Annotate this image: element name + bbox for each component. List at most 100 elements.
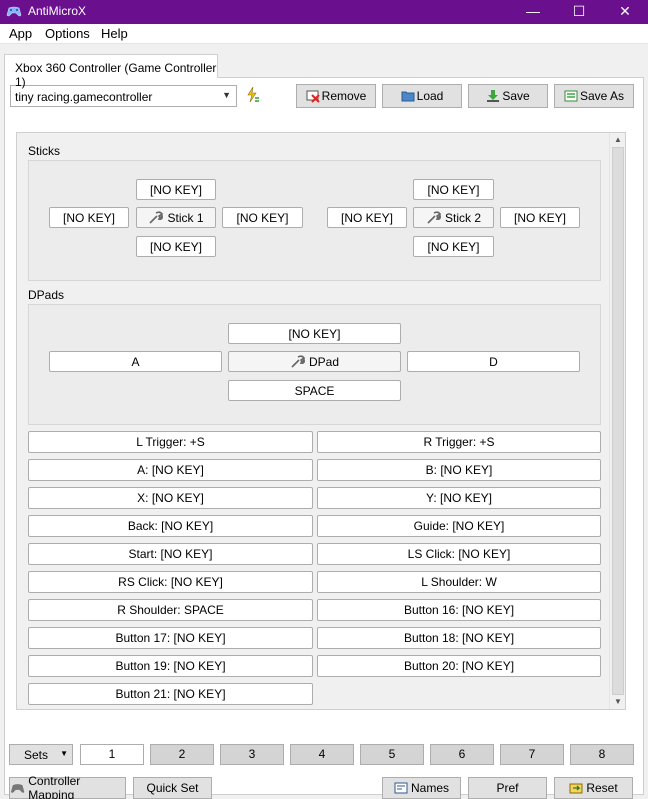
set-tab-label: 6 <box>458 747 466 761</box>
set-tab-label: 8 <box>598 747 606 761</box>
sticks-label: Sticks <box>28 144 61 158</box>
names-label: Names <box>410 781 449 795</box>
profile-select[interactable]: tiny racing.gamecontroller ▼ <box>10 85 237 107</box>
button-mapping[interactable]: B: [NO KEY] <box>317 459 601 481</box>
close-button[interactable]: ✕ <box>602 0 648 24</box>
button-mapping[interactable]: X: [NO KEY] <box>28 487 313 509</box>
stick1-up-label: [NO KEY] <box>149 182 202 197</box>
pref-button[interactable]: Pref <box>468 777 547 799</box>
stick1-button[interactable]: Stick 1 <box>136 207 216 228</box>
stick2-button[interactable]: Stick 2 <box>413 207 494 228</box>
set-tab-label: 2 <box>178 747 186 761</box>
remove-profile-icon <box>306 90 320 103</box>
button-mapping-label: L Shoulder: W <box>421 575 497 589</box>
dpad-down-label: SPACE <box>294 383 335 398</box>
sets-label: Sets <box>24 748 49 762</box>
button-mapping[interactable]: Button 21: [NO KEY] <box>28 683 313 705</box>
button-mapping[interactable]: R Shoulder: SPACE <box>28 599 313 621</box>
tab-controller[interactable]: Xbox 360 Controller (Game Controller 1) <box>4 54 218 89</box>
save-button[interactable]: Save <box>468 84 548 108</box>
dpads-label: DPads <box>28 288 65 302</box>
button-mapping-label: Button 16: [NO KEY] <box>403 603 515 617</box>
dpad-down-button[interactable]: SPACE <box>228 380 401 401</box>
button-mapping[interactable]: LS Click: [NO KEY] <box>317 543 601 565</box>
dpad-button[interactable]: DPad <box>228 351 401 372</box>
stick1-left-button[interactable]: [NO KEY] <box>49 207 129 228</box>
names-button[interactable]: Names <box>382 777 461 799</box>
names-keyboard-icon <box>394 782 408 794</box>
sets-dropdown[interactable]: Sets ▼ <box>9 744 73 765</box>
set-tab-label: 3 <box>248 747 256 761</box>
gamepad-icon <box>6 6 22 17</box>
button-mapping[interactable]: L Shoulder: W <box>317 571 601 593</box>
button-mapping[interactable]: Start: [NO KEY] <box>28 543 313 565</box>
button-mapping[interactable]: L Trigger: +S <box>28 431 313 453</box>
dpad-right-button[interactable]: D <box>407 351 580 372</box>
stick2-left-button[interactable]: [NO KEY] <box>327 207 407 228</box>
button-mapping-label: LS Click: [NO KEY] <box>407 547 511 561</box>
set-tab-7[interactable]: 7 <box>500 744 564 765</box>
menu-options[interactable]: Options <box>45 26 90 41</box>
lightning-plug-icon[interactable] <box>244 86 260 104</box>
wrench-icon <box>149 210 164 224</box>
set-tab-6[interactable]: 6 <box>430 744 494 765</box>
button-mapping[interactable]: Button 19: [NO KEY] <box>28 655 313 677</box>
stick2-down-button[interactable]: [NO KEY] <box>413 236 494 257</box>
menu-app[interactable]: App <box>9 26 32 41</box>
quick-set-button[interactable]: Quick Set <box>133 777 212 799</box>
button-mapping[interactable]: Back: [NO KEY] <box>28 515 313 537</box>
button-mapping[interactable]: R Trigger: +S <box>317 431 601 453</box>
button-mapping[interactable]: Guide: [NO KEY] <box>317 515 601 537</box>
button-mapping-label: Button 18: [NO KEY] <box>403 631 515 645</box>
button-mapping[interactable]: Y: [NO KEY] <box>317 487 601 509</box>
maximize-button[interactable]: ☐ <box>556 0 602 24</box>
set-tab-5[interactable]: 5 <box>360 744 424 765</box>
stick2-up-button[interactable]: [NO KEY] <box>413 179 494 200</box>
set-tab-4[interactable]: 4 <box>290 744 354 765</box>
scroll-down-icon[interactable]: ▼ <box>610 695 626 709</box>
load-button[interactable]: Load <box>382 84 462 108</box>
scroll-up-icon[interactable]: ▲ <box>610 133 626 147</box>
controller-mapping-button[interactable]: Controller Mapping <box>9 774 126 799</box>
set-tab-label: 7 <box>528 747 536 761</box>
reset-button[interactable]: Reset <box>554 777 633 799</box>
set-tab-3[interactable]: 3 <box>220 744 284 765</box>
button-mapping-label: Back: [NO KEY] <box>127 519 214 533</box>
gamepad-icon <box>10 784 25 793</box>
button-mapping[interactable]: A: [NO KEY] <box>28 459 313 481</box>
button-mapping[interactable]: Button 16: [NO KEY] <box>317 599 601 621</box>
button-mapping-label: L Trigger: +S <box>136 435 205 449</box>
button-mapping[interactable]: RS Click: [NO KEY] <box>28 571 313 593</box>
button-mapping-label: Y: [NO KEY] <box>425 491 493 505</box>
minimize-button[interactable]: — <box>510 0 556 24</box>
reset-arrow-icon <box>569 783 583 794</box>
stick2-right-button[interactable]: [NO KEY] <box>500 207 580 228</box>
set-tab-2[interactable]: 2 <box>150 744 214 765</box>
dpad-left-button[interactable]: A <box>49 351 222 372</box>
stick1-down-label: [NO KEY] <box>149 239 202 254</box>
dpad-up-label: [NO KEY] <box>288 326 341 341</box>
save-download-icon <box>487 90 500 102</box>
remove-button[interactable]: Remove <box>296 84 376 108</box>
button-mapping[interactable]: Button 20: [NO KEY] <box>317 655 601 677</box>
button-mapping[interactable]: Button 18: [NO KEY] <box>317 627 601 649</box>
stick1-label: Stick 1 <box>167 210 204 225</box>
button-mapping-label: R Trigger: +S <box>423 435 495 449</box>
button-mapping-label: Button 21: [NO KEY] <box>115 687 226 701</box>
set-tab-1[interactable]: 1 <box>80 744 144 765</box>
stick1-up-button[interactable]: [NO KEY] <box>136 179 216 200</box>
dpad-up-button[interactable]: [NO KEY] <box>228 323 401 344</box>
set-tab-8[interactable]: 8 <box>570 744 634 765</box>
button-mapping[interactable]: Button 17: [NO KEY] <box>28 627 313 649</box>
vertical-scrollbar[interactable]: ▲ ▼ <box>609 133 625 709</box>
stick1-right-button[interactable]: [NO KEY] <box>222 207 303 228</box>
scrollbar-thumb[interactable] <box>612 147 624 695</box>
menu-help[interactable]: Help <box>101 26 128 41</box>
stick1-down-button[interactable]: [NO KEY] <box>136 236 216 257</box>
save-as-icon <box>564 90 578 102</box>
close-icon: ✕ <box>619 3 631 19</box>
stick2-up-label: [NO KEY] <box>427 182 480 197</box>
save-as-button[interactable]: Save As <box>554 84 634 108</box>
stick2-right-label: [NO KEY] <box>513 210 566 225</box>
chevron-down-icon: ▼ <box>60 749 68 758</box>
